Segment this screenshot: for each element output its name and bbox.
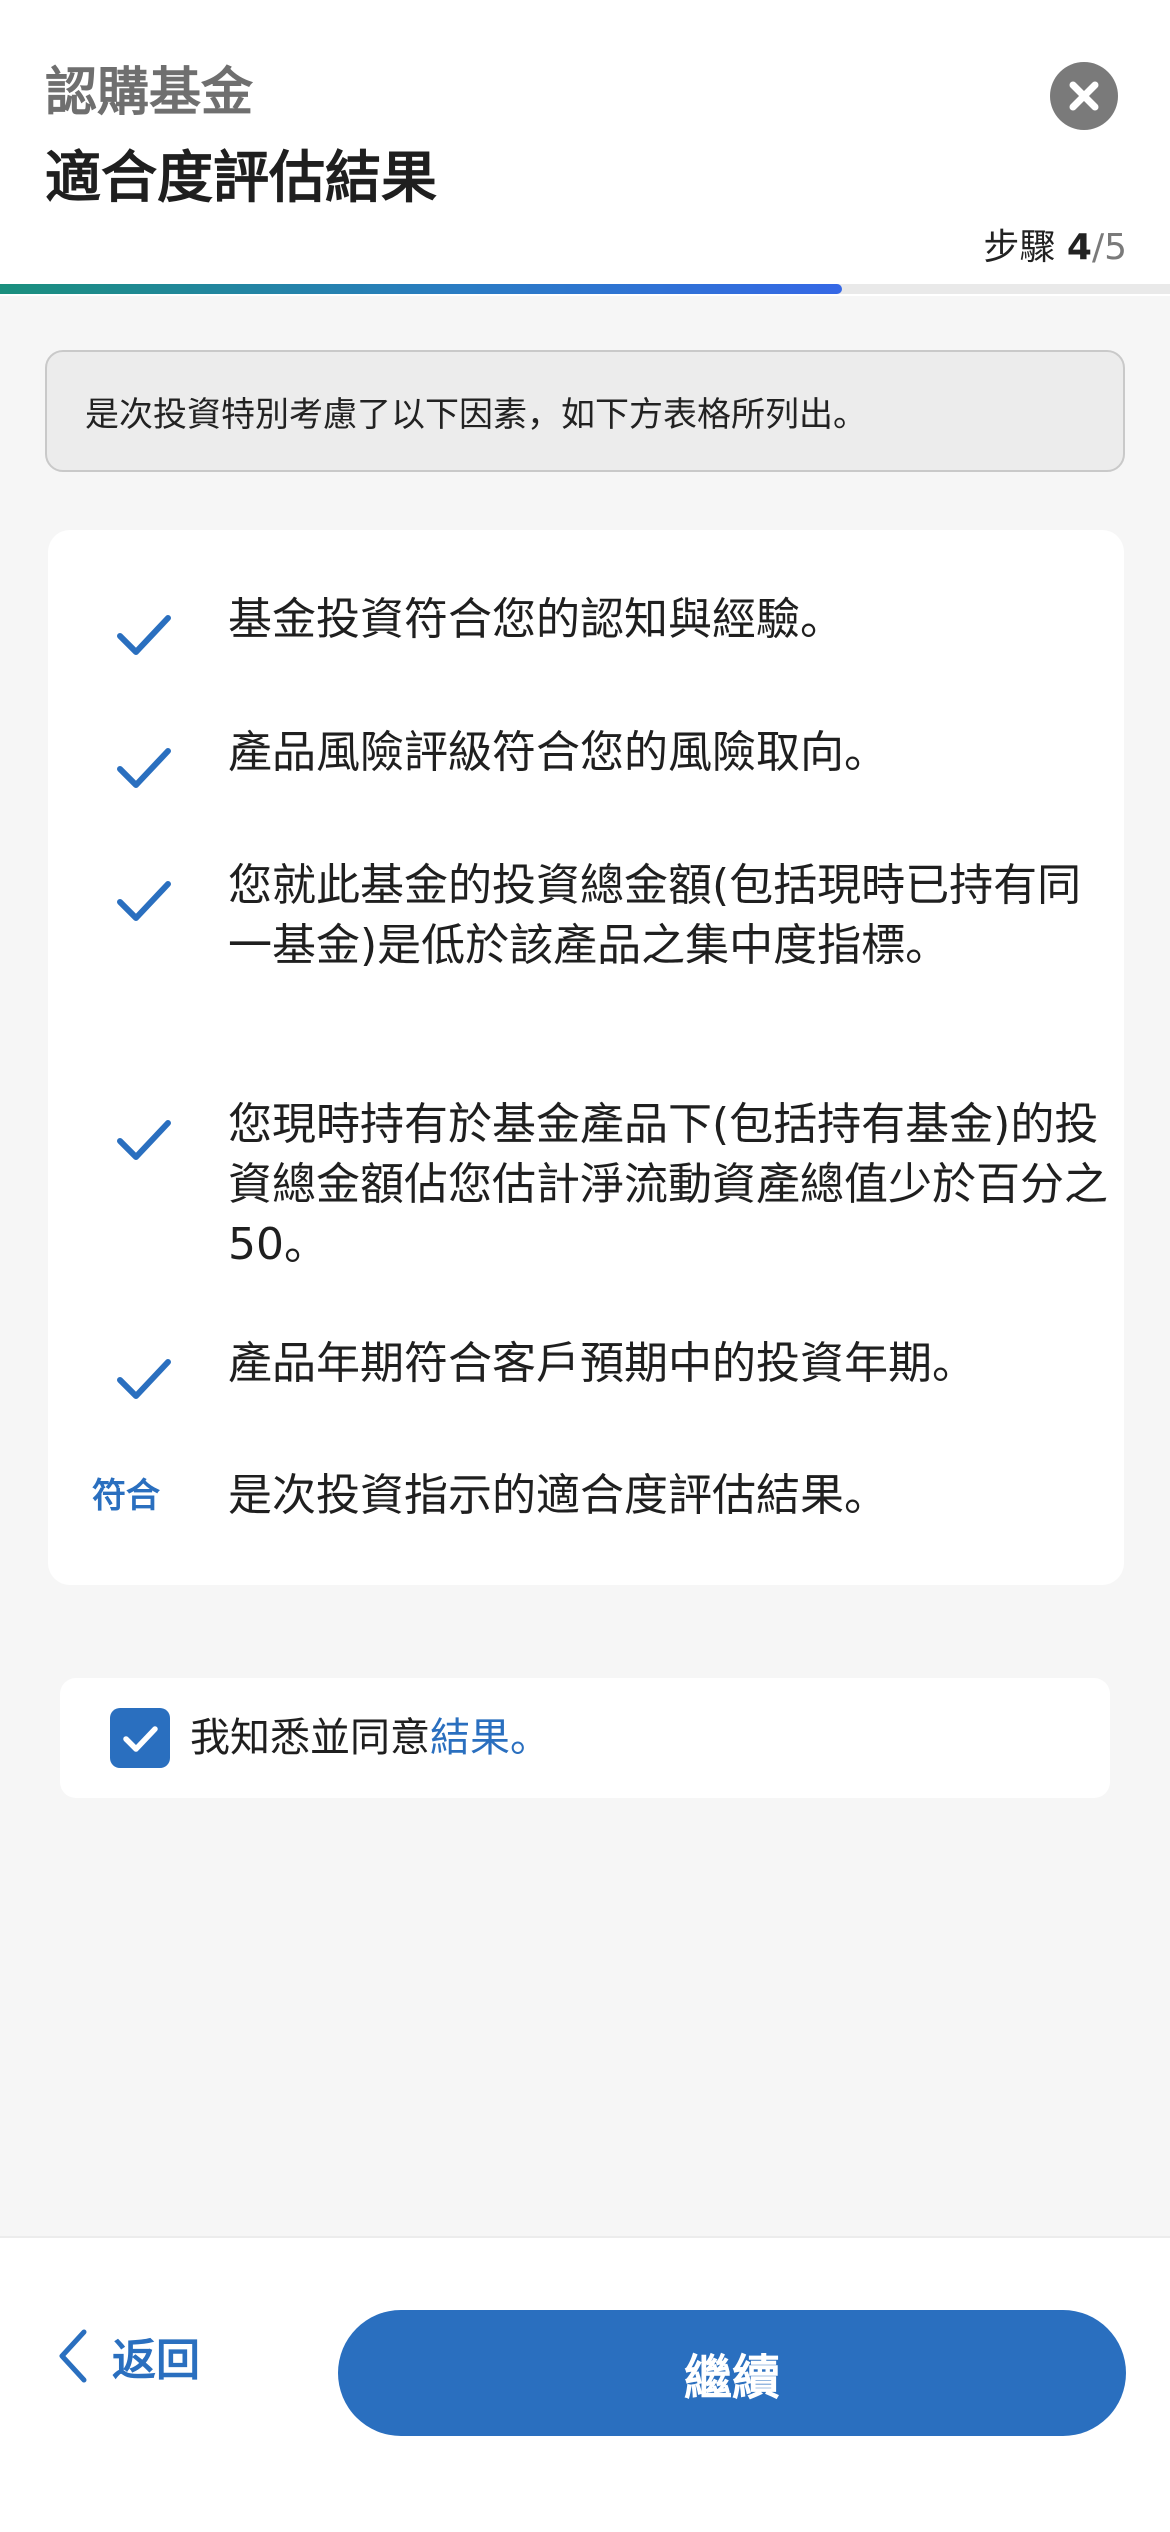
close-button[interactable] xyxy=(1050,62,1118,130)
back-label: 返回 xyxy=(112,2335,200,2386)
header: 認購基金 適合度評估結果 步驟 4/5 xyxy=(0,0,1170,296)
agreement-row: 我知悉並同意結果。 xyxy=(60,1678,1110,1798)
criteria-text: 您現時持有於基金產品下(包括持有基金)的投資總金額佔您估計淨流動資產總值少於百分… xyxy=(228,1099,1108,1270)
step-current: 4 xyxy=(1066,227,1092,268)
page-title: 適合度評估結果 xyxy=(45,146,437,211)
step-indicator: 步驟 4/5 xyxy=(983,224,1127,272)
result-link[interactable]: 結果。 xyxy=(430,1715,550,1761)
agree-checkbox[interactable] xyxy=(110,1708,170,1768)
criteria-text: 產品風險評級符合您的風險取向。 xyxy=(228,727,888,778)
check-icon xyxy=(117,1359,171,1399)
chevron-left-icon xyxy=(59,2329,87,2383)
progress-fill xyxy=(0,284,843,294)
continue-button[interactable]: 繼續 xyxy=(338,2310,1126,2436)
result-badge: 符合 xyxy=(92,1476,160,1516)
step-total: /5 xyxy=(1091,227,1127,268)
notice-text: 是次投資特別考慮了以下因素，如下方表格所列出。 xyxy=(85,394,867,435)
criteria-text: 基金投資符合您的認知與經驗。 xyxy=(228,594,844,645)
agreement-text: 我知悉並同意結果。 xyxy=(190,1708,550,1768)
check-icon xyxy=(117,881,171,921)
footer: 返回 繼續 xyxy=(0,2236,1170,2532)
page-eyebrow: 認購基金 xyxy=(45,63,254,123)
notice-box: 是次投資特別考慮了以下因素，如下方表格所列出。 xyxy=(45,350,1125,472)
step-label: 步驟 xyxy=(983,227,1056,268)
criteria-card: 基金投資符合您的認知與經驗。 產品風險評級符合您的風險取向。 您就此基金的投資總… xyxy=(48,530,1124,1585)
checkmark-icon xyxy=(123,1726,158,1752)
criteria-text: 產品年期符合客戶預期中的投資年期。 xyxy=(228,1338,976,1389)
check-icon xyxy=(117,1120,171,1160)
close-icon xyxy=(1069,81,1099,111)
criteria-text: 您就此基金的投資總金額(包括現時已持有同一基金)是低於該產品之集中度指標。 xyxy=(228,860,1082,971)
progress-bar xyxy=(0,284,1170,294)
check-icon xyxy=(117,615,171,655)
continue-label: 繼續 xyxy=(683,2350,780,2406)
result-text: 是次投資指示的適合度評估結果。 xyxy=(228,1470,888,1521)
back-button[interactable]: 返回 xyxy=(56,2306,200,2406)
check-icon xyxy=(117,748,171,788)
agreement-label: 我知悉並同意 xyxy=(190,1715,430,1761)
